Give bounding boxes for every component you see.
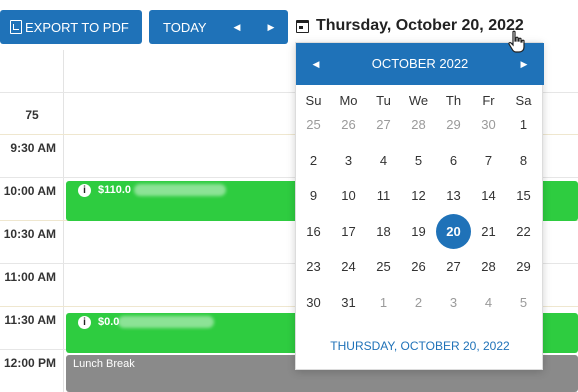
day-cell[interactable]: 26: [401, 249, 436, 284]
day-cell[interactable]: 7: [471, 143, 506, 178]
prev-month-button[interactable]: ◀: [301, 43, 331, 85]
day-cell[interactable]: 30: [296, 285, 331, 320]
current-date-label: Thursday, October 20, 2022: [316, 17, 524, 34]
day-cell[interactable]: 10: [331, 178, 366, 213]
day-cell[interactable]: 26: [331, 107, 366, 142]
blurred-client-name: [118, 316, 214, 328]
today-button-group: TODAY ◀ ▶: [149, 10, 288, 44]
day-cell[interactable]: 15: [506, 178, 541, 213]
day-cell[interactable]: 28: [471, 249, 506, 284]
day-cell[interactable]: 20: [436, 213, 471, 249]
day-cell[interactable]: 18: [366, 214, 401, 249]
day-cell[interactable]: 25: [366, 249, 401, 284]
day-cell[interactable]: 30: [471, 107, 506, 142]
day-cell[interactable]: 23: [296, 249, 331, 284]
calendar-icon: [296, 19, 309, 33]
blurred-client-name: [134, 184, 226, 196]
column-header-number: 75: [25, 108, 39, 122]
day-cell[interactable]: 12: [401, 178, 436, 213]
weekday-label: Tu: [376, 93, 391, 108]
day-cell[interactable]: 9: [296, 178, 331, 213]
day-cell[interactable]: 8: [506, 143, 541, 178]
day-cell[interactable]: 16: [296, 214, 331, 249]
day-cell[interactable]: 14: [471, 178, 506, 213]
day-cell[interactable]: 19: [401, 214, 436, 249]
weekday-label: We: [408, 93, 429, 108]
day-cell[interactable]: 31: [331, 285, 366, 320]
weekday-label: Mo: [339, 93, 358, 108]
time-label: 10:00 AM: [3, 184, 56, 198]
time-label: 12:00 PM: [3, 356, 56, 370]
day-cell[interactable]: 3: [436, 285, 471, 320]
weekday-label: Th: [445, 93, 462, 108]
time-label: 11:00 AM: [4, 270, 56, 284]
hand-pointer-cursor-icon: [508, 30, 525, 53]
time-column: [0, 50, 64, 392]
time-label: 9:30 AM: [10, 141, 56, 155]
day-cell[interactable]: 29: [436, 107, 471, 142]
day-cell[interactable]: 1: [506, 107, 541, 142]
prev-day-button[interactable]: ◀: [227, 10, 247, 44]
pdf-file-icon: [10, 20, 22, 34]
date-picker-popup: OCTOBER 2022 ◀ ▶ Su Mo Tu We Th Fr Sa 25…: [295, 42, 544, 370]
time-label: 10:30 AM: [3, 227, 56, 241]
lunch-break-label: Lunch Break: [73, 358, 135, 370]
day-cell[interactable]: 1: [366, 285, 401, 320]
export-pdf-label: EXPORT TO PDF: [25, 19, 129, 35]
next-day-button[interactable]: ▶: [261, 10, 281, 44]
day-cell[interactable]: 2: [401, 285, 436, 320]
day-cell[interactable]: 4: [471, 285, 506, 320]
weekday-label: Fr: [482, 93, 495, 108]
day-cell[interactable]: 13: [436, 178, 471, 213]
day-cell[interactable]: 21: [471, 214, 506, 249]
day-cell[interactable]: 24: [331, 249, 366, 284]
time-label: 11:30 AM: [4, 313, 56, 327]
day-cell[interactable]: 4: [366, 143, 401, 178]
info-icon[interactable]: i: [78, 184, 91, 197]
day-cell[interactable]: 3: [331, 143, 366, 178]
export-pdf-button[interactable]: EXPORT TO PDF: [0, 10, 142, 44]
chevron-left-icon: ◀: [233, 21, 241, 32]
today-button[interactable]: TODAY: [163, 20, 207, 35]
day-cell[interactable]: 25: [296, 107, 331, 142]
day-cell[interactable]: 5: [506, 285, 541, 320]
day-cell[interactable]: 6: [436, 143, 471, 178]
day-cell[interactable]: 17: [331, 214, 366, 249]
chevron-left-icon: ◀: [312, 58, 320, 69]
event-amount: $0.0: [98, 316, 120, 328]
event-amount: $110.0: [98, 184, 132, 196]
day-cell[interactable]: 5: [401, 143, 436, 178]
day-cell[interactable]: 29: [506, 249, 541, 284]
day-cell[interactable]: 22: [506, 214, 541, 249]
day-cell[interactable]: 2: [296, 143, 331, 178]
day-cell[interactable]: 11: [366, 178, 401, 213]
day-cell[interactable]: 27: [366, 107, 401, 142]
chevron-right-icon: ▶: [267, 21, 275, 32]
chevron-right-icon: ▶: [520, 58, 528, 69]
date-picker-toggle[interactable]: Thursday, October 20, 2022: [296, 14, 524, 38]
weekday-label: Sa: [515, 93, 532, 108]
info-icon[interactable]: i: [78, 316, 91, 329]
day-cell[interactable]: 28: [401, 107, 436, 142]
selected-date-footer[interactable]: THURSDAY, OCTOBER 20, 2022: [296, 339, 544, 353]
day-cell[interactable]: 27: [436, 249, 471, 284]
weekday-label: Su: [305, 93, 322, 108]
